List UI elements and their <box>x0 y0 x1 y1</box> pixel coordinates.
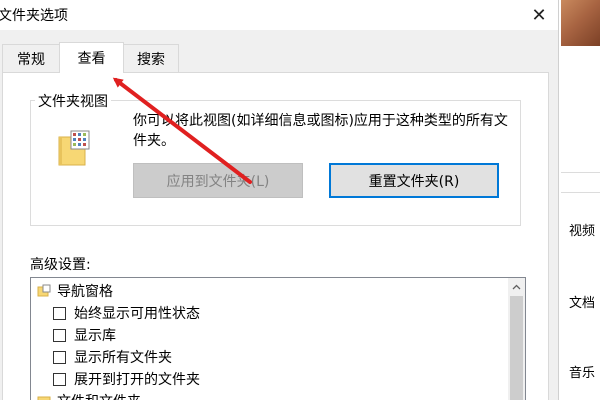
tab-view[interactable]: 查看 <box>59 42 124 73</box>
scroll-up-button[interactable] <box>508 278 525 295</box>
tree-group-label: 导航窗格 <box>57 284 113 300</box>
checkbox[interactable] <box>53 306 66 320</box>
chevron-up-icon <box>512 284 521 289</box>
folder-options-dialog: 文件夹选项 ✕ 常规 查看 搜索 文件夹视图 你可以将此视图(如详细信息或图标)… <box>0 0 558 400</box>
tab-strip: 常规 查看 搜索 <box>0 30 558 73</box>
tree-group-label: 文件和文件夹 <box>57 391 141 400</box>
tree-group-files-and-folders: 文件和文件夹 <box>37 390 141 400</box>
background-explorer-window: 视频 文档 音乐 <box>558 0 600 400</box>
vertical-scrollbar[interactable] <box>508 278 525 400</box>
screen: 视频 文档 音乐 文件夹选项 ✕ 常规 查看 搜索 文件夹视图 你可以将此视图(… <box>0 0 600 400</box>
divider <box>561 192 600 193</box>
advanced-settings-list[interactable]: 导航窗格 始终显示可用性状态 显示库 显示所有文件夹 展开到打开的文件夹 <box>30 277 526 400</box>
checkbox[interactable] <box>53 328 66 342</box>
scroll-thumb[interactable] <box>510 296 523 400</box>
divider <box>561 172 600 173</box>
list-item[interactable]: 展开到打开的文件夹 <box>53 368 200 390</box>
option-label: 显示库 <box>74 328 116 344</box>
list-item[interactable]: 始终显示可用性状态 <box>53 302 200 324</box>
folder-views-legend: 文件夹视图 <box>35 91 111 111</box>
tab-search[interactable]: 搜索 <box>123 44 179 72</box>
close-icon: ✕ <box>531 4 547 26</box>
dialog-title: 文件夹选项 <box>0 8 68 24</box>
nav-item-music[interactable]: 音乐 <box>569 362 595 381</box>
nav-item-videos[interactable]: 视频 <box>569 220 595 239</box>
tab-general[interactable]: 常规 <box>2 44 60 72</box>
background-photo-thumbnail <box>561 0 600 46</box>
option-label: 始终显示可用性状态 <box>74 306 200 322</box>
reset-folders-button[interactable]: 重置文件夹(R) <box>329 163 499 198</box>
checkbox[interactable] <box>53 350 66 364</box>
close-button[interactable]: ✕ <box>520 0 558 30</box>
list-item[interactable]: 显示库 <box>53 324 116 346</box>
advanced-settings-label: 高级设置: <box>30 257 91 273</box>
view-tab-page: 文件夹视图 你可以将此视图(如详细信息或图标)应用于这种类型的所有文件夹。 应用… <box>2 72 549 400</box>
folder-views-group: 文件夹视图 你可以将此视图(如详细信息或图标)应用于这种类型的所有文件夹。 应用… <box>30 91 521 226</box>
nav-item-documents[interactable]: 文档 <box>569 292 595 311</box>
folder-icon <box>37 396 51 400</box>
title-bar[interactable]: 文件夹选项 ✕ <box>0 0 558 30</box>
tree-group-navigation-pane: 导航窗格 <box>37 280 113 302</box>
apply-to-folders-button[interactable]: 应用到文件夹(L) <box>133 163 303 198</box>
list-item[interactable]: 显示所有文件夹 <box>53 346 172 368</box>
folder-views-description: 你可以将此视图(如详细信息或图标)应用于这种类型的所有文件夹。 <box>133 113 508 149</box>
checkbox[interactable] <box>53 372 66 386</box>
option-label: 展开到打开的文件夹 <box>74 372 200 388</box>
folder-view-icon <box>58 130 90 166</box>
folder-icon <box>37 284 51 297</box>
option-label: 显示所有文件夹 <box>74 350 172 366</box>
